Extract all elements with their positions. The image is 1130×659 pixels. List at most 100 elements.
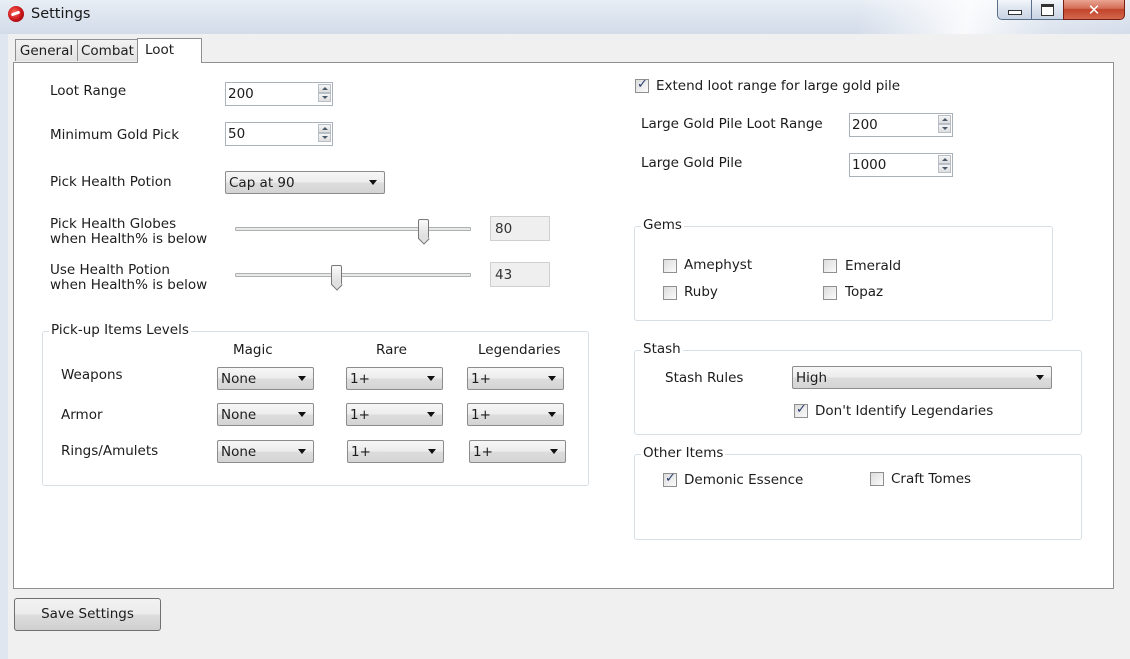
armor-magic-select[interactable]: None (217, 403, 314, 426)
craft-tomes-checkbox[interactable] (870, 472, 884, 486)
stash-rules-value: High (796, 370, 828, 386)
chevron-down-icon (550, 449, 558, 454)
dont-identify-checkbox[interactable] (794, 402, 808, 418)
armor-legendaries-value: 1+ (471, 407, 491, 423)
spin-down-icon[interactable] (938, 164, 951, 173)
chevron-down-icon (548, 376, 556, 381)
rings-magic-select[interactable]: None (217, 440, 314, 463)
tab-loot[interactable]: Loot (137, 38, 202, 63)
row-label-armor: Armor (61, 407, 103, 423)
window-title: Settings (31, 6, 91, 22)
title-bar (0, 0, 1130, 34)
spin-up-icon[interactable] (938, 115, 951, 124)
extend-loot-range-checkbox[interactable] (635, 77, 649, 93)
save-settings-button[interactable]: Save Settings (14, 598, 161, 631)
weapons-legendaries-value: 1+ (471, 371, 491, 387)
use-potion-label: Use Health Potion when Health% is below (50, 263, 207, 293)
dont-identify-label: Don't Identify Legendaries (815, 403, 994, 419)
pick-health-potion-value: Cap at 90 (229, 175, 295, 191)
chevron-down-icon (369, 180, 377, 185)
health-globes-slider-thumb[interactable] (418, 219, 429, 239)
gems-title: Gems (641, 217, 684, 233)
rings-legendaries-select[interactable]: 1+ (469, 440, 566, 463)
chevron-down-icon (428, 449, 436, 454)
stash-group (634, 350, 1082, 435)
min-gold-pick-label: Minimum Gold Pick (50, 127, 180, 143)
chevron-down-icon (298, 449, 306, 454)
rings-legendaries-value: 1+ (473, 444, 493, 460)
gem-amephyst-checkbox[interactable] (663, 259, 677, 273)
other-items-title: Other Items (641, 445, 726, 461)
spin-up-icon[interactable] (318, 124, 331, 133)
armor-magic-value: None (221, 407, 257, 423)
health-globes-label: Pick Health Globes when Health% is below (50, 217, 207, 247)
gem-topaz-checkbox[interactable] (823, 286, 837, 300)
gem-topaz-label: Topaz (845, 284, 884, 300)
min-gold-pick-input[interactable]: 50 (225, 122, 333, 146)
gem-emerald-checkbox[interactable] (823, 259, 837, 273)
loot-range-value: 200 (228, 86, 254, 102)
health-globes-value: 80 (495, 221, 513, 237)
chevron-down-icon (298, 376, 306, 381)
health-globes-value-box: 80 (490, 216, 550, 241)
minimize-icon (1007, 10, 1022, 15)
gems-group (634, 226, 1053, 321)
large-gold-range-value: 200 (852, 117, 878, 133)
chevron-down-icon (427, 376, 435, 381)
loot-range-label: Loot Range (50, 83, 127, 99)
rings-magic-value: None (221, 444, 257, 460)
use-potion-value: 43 (495, 267, 513, 283)
spin-up-icon[interactable] (938, 155, 951, 164)
spin-down-icon[interactable] (318, 133, 331, 142)
close-button[interactable]: ✕ (1063, 0, 1125, 20)
use-potion-value-box: 43 (490, 262, 550, 287)
tab-general[interactable]: General (15, 39, 78, 61)
gem-emerald-label: Emerald (845, 258, 902, 274)
spin-down-icon[interactable] (938, 124, 951, 133)
use-potion-slider-track[interactable] (235, 273, 471, 277)
large-gold-pile-value: 1000 (852, 157, 887, 173)
large-gold-pile-input[interactable]: 1000 (849, 153, 953, 177)
craft-tomes-label: Craft Tomes (891, 471, 972, 487)
large-gold-pile-label: Large Gold Pile (641, 155, 743, 171)
rings-rare-select[interactable]: 1+ (347, 440, 444, 463)
weapons-rare-value: 1+ (350, 371, 370, 387)
weapons-legendaries-select[interactable]: 1+ (467, 367, 564, 390)
pickup-levels-title: Pick-up Items Levels (49, 322, 191, 338)
pick-health-potion-select[interactable]: Cap at 90 (225, 171, 385, 194)
spin-down-icon[interactable] (318, 93, 331, 102)
use-potion-label-line2: when Health% is below (50, 277, 208, 293)
min-gold-pick-value: 50 (228, 126, 246, 142)
demonic-essence-checkbox[interactable] (663, 471, 677, 487)
chevron-down-icon (298, 412, 306, 417)
row-label-weapons: Weapons (61, 367, 123, 383)
armor-rare-select[interactable]: 1+ (346, 403, 443, 426)
loot-range-input[interactable]: 200 (225, 82, 333, 106)
weapons-rare-select[interactable]: 1+ (346, 367, 443, 390)
weapons-magic-value: None (221, 371, 257, 387)
column-legendaries: Legendaries (478, 342, 561, 358)
use-potion-label-line1: Use Health Potion (50, 262, 170, 278)
spin-up-icon[interactable] (318, 84, 331, 93)
pick-health-potion-label: Pick Health Potion (50, 174, 172, 190)
armor-legendaries-select[interactable]: 1+ (467, 403, 564, 426)
maximize-icon (1041, 3, 1054, 16)
stash-rules-select[interactable]: High (792, 366, 1052, 389)
row-label-rings-amulets: Rings/Amulets (61, 443, 159, 459)
health-globes-slider-track[interactable] (235, 227, 471, 231)
other-items-group (634, 454, 1082, 540)
stash-title: Stash (641, 341, 683, 357)
use-potion-slider-thumb[interactable] (331, 265, 342, 285)
weapons-magic-select[interactable]: None (217, 367, 314, 390)
health-globes-label-line2: when Health% is below (50, 231, 208, 247)
large-gold-range-input[interactable]: 200 (849, 113, 953, 137)
column-rare: Rare (376, 342, 407, 358)
chevron-down-icon (427, 412, 435, 417)
demonic-essence-label: Demonic Essence (684, 472, 804, 488)
minimize-button[interactable] (997, 0, 1032, 20)
rings-rare-value: 1+ (351, 444, 371, 460)
tab-combat[interactable]: Combat (77, 39, 138, 61)
gem-ruby-checkbox[interactable] (663, 286, 677, 300)
column-magic: Magic (233, 342, 273, 358)
maximize-button[interactable] (1031, 0, 1064, 20)
